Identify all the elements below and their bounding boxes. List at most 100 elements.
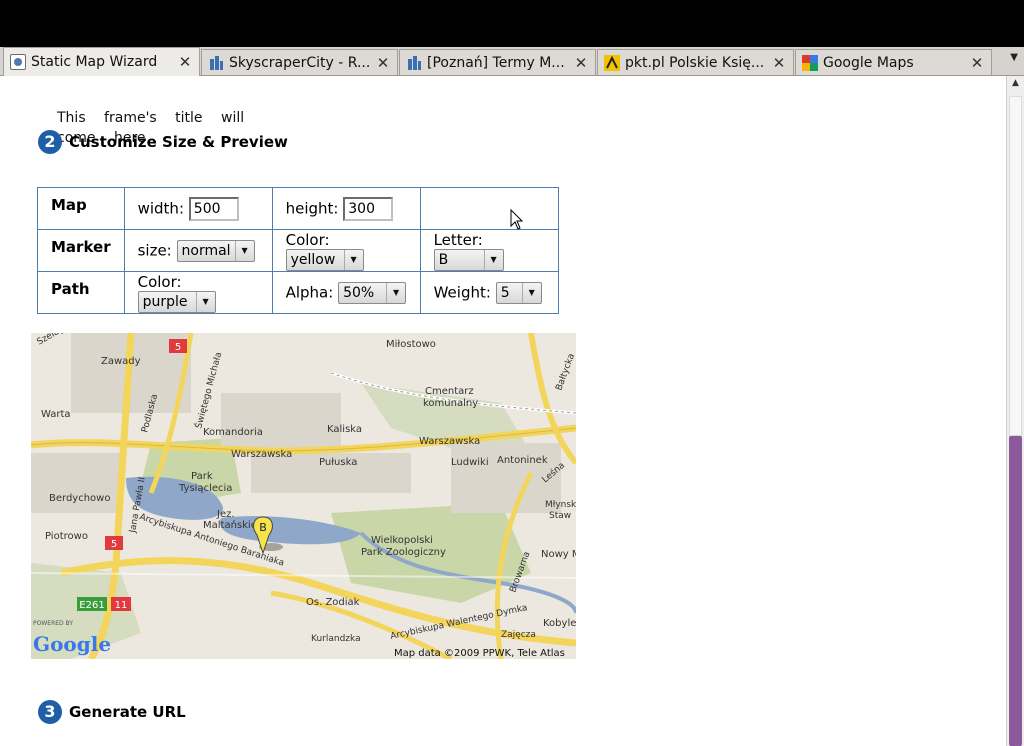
map-label: Jez. xyxy=(216,509,235,520)
scrollbar-thumb[interactable] xyxy=(1009,436,1022,746)
close-icon[interactable]: ✕ xyxy=(177,54,193,70)
mouse-cursor-icon xyxy=(510,209,524,230)
marker-size-cell: size: normal ▼ xyxy=(123,229,273,272)
tab-google-maps[interactable]: Google Maps ✕ xyxy=(795,49,992,75)
map-label: Piotrowo xyxy=(45,531,88,542)
scrollbar-track[interactable] xyxy=(1009,96,1022,436)
step-number: 3 xyxy=(38,700,62,724)
close-icon[interactable]: ✕ xyxy=(771,55,787,71)
tab-label: SkyscraperCity - R... xyxy=(229,54,371,71)
step-title: Generate URL xyxy=(69,703,186,721)
marker-color-select[interactable]: yellow ▼ xyxy=(285,248,364,271)
path-weight-cell: Weight: 5 ▼ xyxy=(419,271,559,314)
map-label: Kaliska xyxy=(327,424,362,435)
close-icon[interactable]: ✕ xyxy=(969,55,985,71)
path-row: Path Color: purple ▼ Alpha: 50% ▼ Weight: … xyxy=(37,271,559,314)
path-alpha-cell: Alpha: 50% ▼ xyxy=(271,271,421,314)
map-label: Os. Zodiak xyxy=(306,597,360,608)
map-label: Warszawska xyxy=(419,436,480,447)
google-logo: Google xyxy=(33,632,111,656)
select-value: B xyxy=(438,251,449,268)
tab-label: pkt.pl Polskie Księ... xyxy=(625,54,765,71)
options-table: Map width: 500 height: 300 Marker size: … xyxy=(37,187,559,314)
chevron-down-icon: ▼ xyxy=(386,282,405,303)
marker-size-label: size: xyxy=(137,241,172,259)
map-label: Wielkopolski xyxy=(371,535,433,546)
row-head-marker: Marker xyxy=(37,229,125,272)
chevron-down-icon: ▼ xyxy=(234,240,254,261)
map-label: Antoninek xyxy=(497,455,548,466)
map-label: Warszawska xyxy=(231,449,292,460)
path-alpha-label: Alpha: xyxy=(285,283,334,301)
marker-letter-cell: Letter: B ▼ xyxy=(419,229,559,272)
tab-label: Google Maps xyxy=(823,54,914,71)
chevron-down-icon: ▼ xyxy=(343,249,363,270)
map-row: Map width: 500 height: 300 xyxy=(37,187,559,230)
map-label: Park xyxy=(191,471,213,482)
empty-cell xyxy=(419,187,559,230)
map-copyright: Map data ©2009 PPWK, Tele Atlas xyxy=(394,648,565,659)
page-icon xyxy=(10,54,26,70)
map-label: Tysiąclecia xyxy=(178,483,232,494)
close-icon[interactable]: ✕ xyxy=(375,55,391,71)
pkt-icon xyxy=(604,54,620,71)
chevron-down-icon: ▼ xyxy=(521,282,541,303)
step-2-heading: 2 Customize Size & Preview xyxy=(38,130,288,154)
row-head-map: Map xyxy=(37,187,125,230)
height-label: height: xyxy=(285,199,339,217)
map-label: Warta xyxy=(41,409,71,420)
path-color-label: Color: xyxy=(137,272,182,291)
page-content: This frame's title will come here 2 Cust… xyxy=(0,76,1006,746)
tab-label: [Poznań] Termy M... xyxy=(427,54,565,71)
step-number: 2 xyxy=(38,130,62,154)
marker-size-select[interactable]: normal ▼ xyxy=(176,239,255,262)
marker-row: Marker size: normal ▼ Color: yellow ▼ Lett… xyxy=(37,229,559,272)
path-alpha-select[interactable]: 50% ▼ xyxy=(338,281,407,304)
map-label: Komandoria xyxy=(203,427,263,438)
tab-skyscrapercity[interactable]: SkyscraperCity - R... ✕ xyxy=(201,49,398,75)
road-number: 11 xyxy=(115,600,128,611)
map-label: Kurlandzka xyxy=(311,634,361,644)
city-icon xyxy=(406,55,422,71)
vertical-scrollbar[interactable]: ▲ xyxy=(1006,76,1024,746)
select-value: purple xyxy=(142,293,188,310)
google-icon xyxy=(802,54,818,71)
map-label: Maltańskie xyxy=(203,519,257,531)
select-value: 5 xyxy=(500,284,510,301)
marker-letter: B xyxy=(259,521,267,534)
map-label: Ludwiki xyxy=(451,457,489,468)
marker-letter-select[interactable]: B ▼ xyxy=(433,248,504,271)
width-input[interactable]: 500 xyxy=(188,196,239,221)
select-value: yellow xyxy=(290,251,336,268)
path-color-cell: Color: purple ▼ xyxy=(123,271,273,314)
tab-label: Static Map Wizard xyxy=(31,54,158,70)
map-label: Berdychowo xyxy=(49,493,110,504)
select-value: normal xyxy=(181,242,231,259)
width-label: width: xyxy=(137,199,184,217)
road-number: E261 xyxy=(79,600,104,611)
map-label: Staw xyxy=(549,511,571,521)
road-number: 5 xyxy=(175,342,181,353)
tab-strip: Static Map Wizard ✕ SkyscraperCity - R..… xyxy=(0,47,1024,76)
height-input[interactable]: 300 xyxy=(343,196,394,221)
tab-pkt[interactable]: pkt.pl Polskie Księ... ✕ xyxy=(597,49,794,75)
tab-static-map-wizard[interactable]: Static Map Wizard ✕ xyxy=(3,47,200,76)
map-graphic: 5 5 E261 11 Zawady Miłostowo Warta Koman… xyxy=(31,333,576,659)
chevron-down-icon: ▼ xyxy=(483,249,503,270)
width-cell: width: 500 xyxy=(123,187,273,230)
map-label: Zajęcza xyxy=(501,630,536,640)
static-map-preview[interactable]: 5 5 E261 11 Zawady Miłostowo Warta Koman… xyxy=(31,333,576,659)
path-weight-select[interactable]: 5 ▼ xyxy=(495,281,542,304)
scroll-up-arrow-icon[interactable]: ▲ xyxy=(1007,76,1024,90)
tab-list-menu-button[interactable]: ▼ xyxy=(1010,52,1018,63)
window-top-bar xyxy=(0,0,1024,47)
marker-letter-label: Letter: xyxy=(433,230,483,249)
path-color-select[interactable]: purple ▼ xyxy=(137,290,216,313)
map-label: Nowy M xyxy=(541,549,576,560)
map-label: Zawady xyxy=(101,356,141,367)
map-label: Park Zoologiczny xyxy=(361,547,446,558)
close-icon[interactable]: ✕ xyxy=(573,55,589,71)
map-label: Miłostowo xyxy=(386,339,436,350)
tab-poznan-termy[interactable]: [Poznań] Termy M... ✕ xyxy=(399,49,596,75)
chevron-down-icon: ▼ xyxy=(195,291,215,312)
